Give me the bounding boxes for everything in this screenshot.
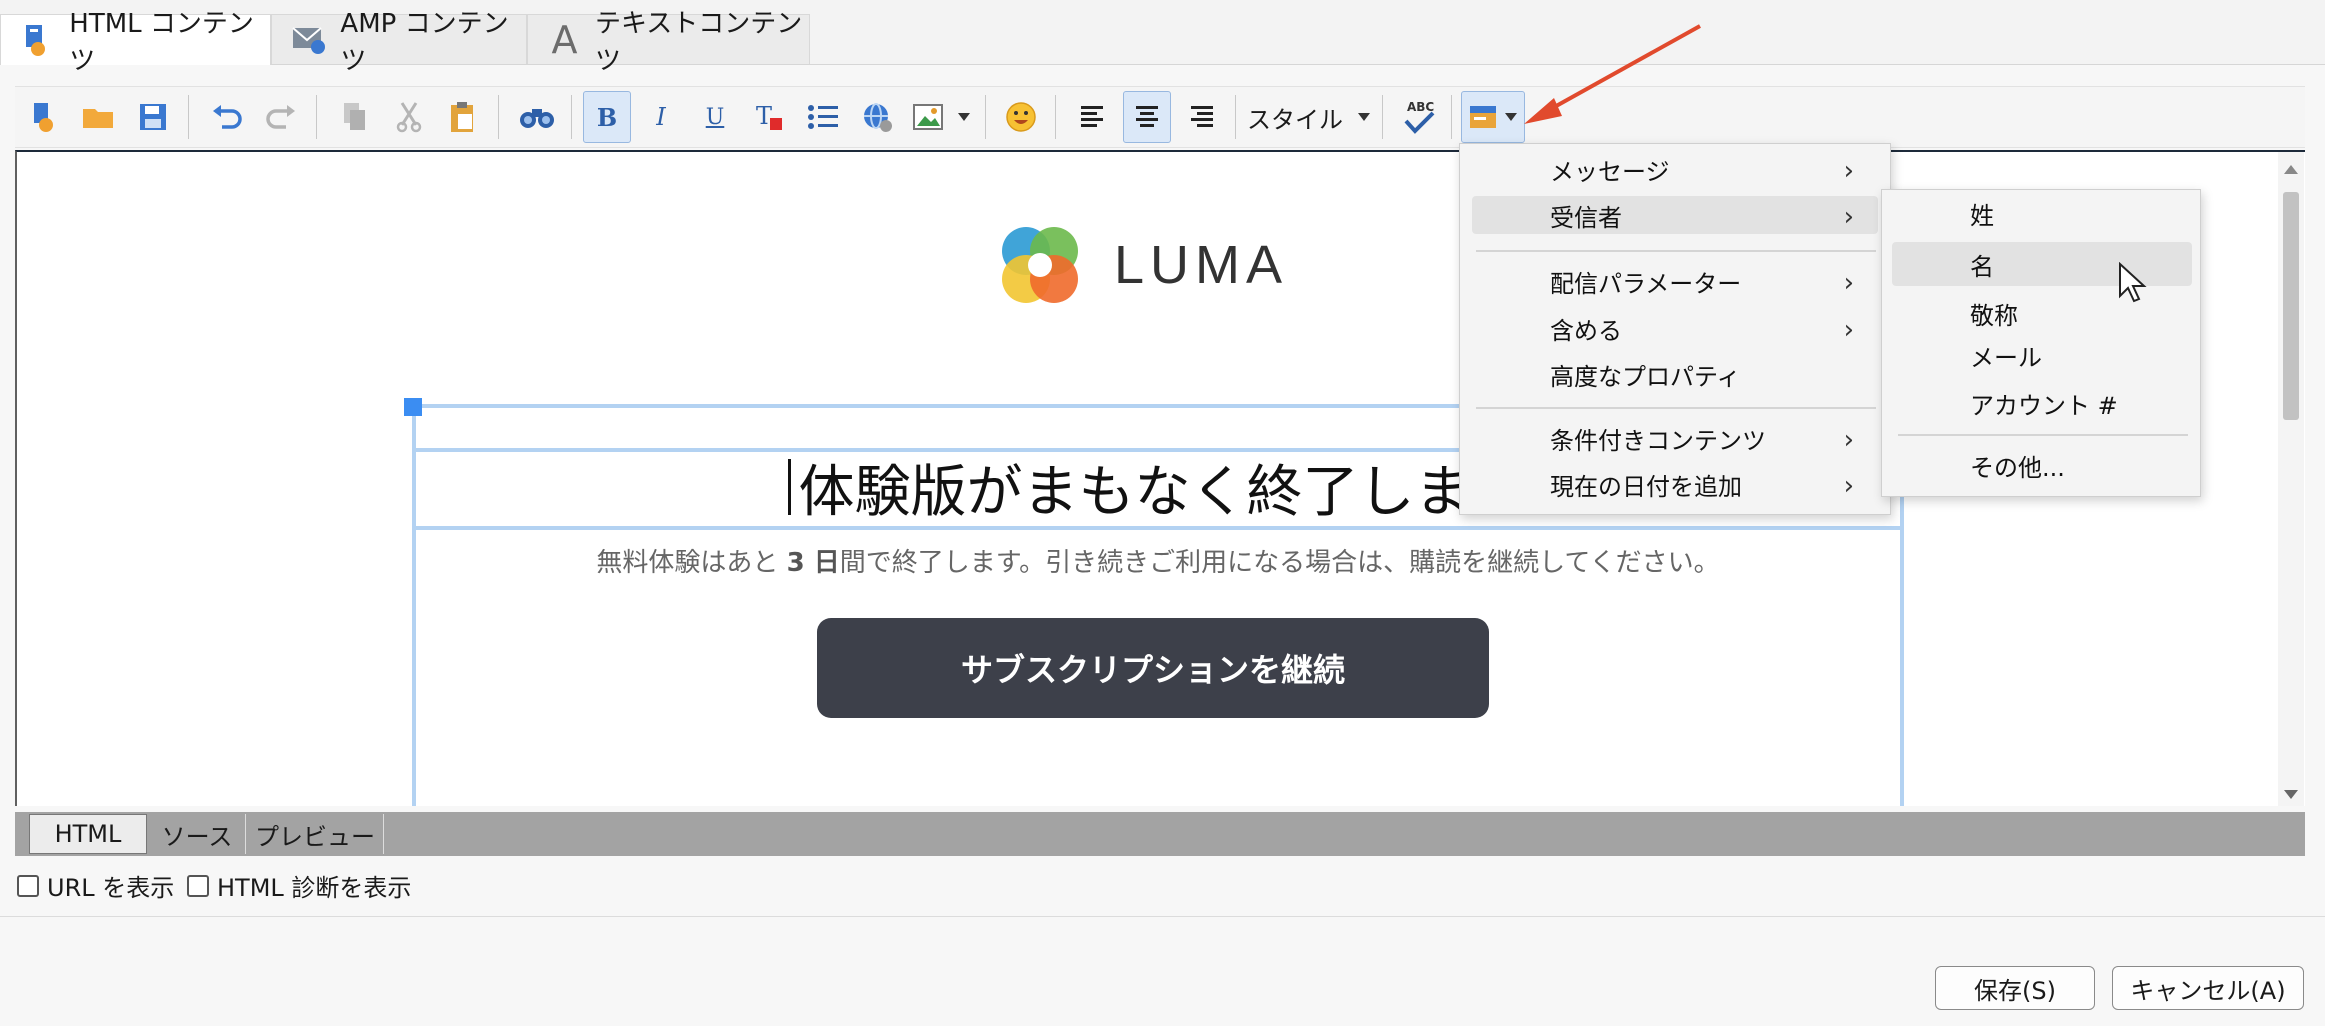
tab-label: AMP コンテンツ: [340, 8, 509, 76]
menu-item-add-current-date[interactable]: 現在の日付を追加 ›: [1472, 465, 1878, 503]
align-left-icon[interactable]: [1069, 91, 1117, 143]
recipient-submenu: 姓 名 敬称 メール アカウント # その他...: [1881, 189, 2201, 497]
checkbox-box[interactable]: [17, 874, 39, 897]
editor-toolbar: B I U T スタイル ABC: [15, 86, 2305, 148]
tab-label: HTML コンテンツ: [69, 9, 254, 76]
menu-separator: [1476, 250, 1876, 252]
submenu-item-last-name[interactable]: 姓: [1892, 194, 2192, 232]
menu-separator: [1476, 407, 1876, 409]
tab-preview-view[interactable]: プレビュー: [247, 814, 384, 854]
menu-separator: [1898, 434, 2188, 436]
cta-label: サブスクリプションを継続: [960, 651, 1345, 689]
align-center-icon[interactable]: [1123, 91, 1171, 143]
chevron-right-icon: ›: [1843, 202, 1854, 232]
submenu-item-other[interactable]: その他...: [1892, 446, 2192, 484]
copy-icon[interactable]: [331, 91, 379, 143]
image-dropdown-icon[interactable]: [951, 91, 977, 143]
emoji-icon[interactable]: [997, 91, 1045, 143]
luma-logo-text: LUMA: [1114, 235, 1289, 295]
save-button[interactable]: 保存(S): [1935, 966, 2095, 1010]
undo-icon[interactable]: [203, 91, 251, 143]
tab-source-view[interactable]: ソース: [149, 814, 246, 854]
spellcheck-icon[interactable]: ABC: [1395, 91, 1443, 143]
scrollbar-thumb[interactable]: [2283, 192, 2299, 420]
text-a-icon: A: [551, 17, 578, 62]
bold-icon: B: [596, 102, 618, 132]
mouse-pointer-icon: [2119, 262, 2147, 303]
headline-text: 体験版がまもなく終了します: [798, 459, 1527, 525]
text-cursor: [787, 459, 791, 515]
scroll-up-icon[interactable]: [2283, 160, 2299, 176]
scroll-down-icon[interactable]: [2283, 786, 2299, 802]
image-icon[interactable]: [905, 91, 953, 143]
submenu-item-account[interactable]: アカウント #: [1892, 384, 2192, 422]
checkbox-box[interactable]: [187, 874, 209, 897]
new-doc-icon[interactable]: [21, 91, 69, 143]
toolbar-divider: [571, 95, 572, 139]
submenu-item-email[interactable]: メール: [1892, 336, 2192, 374]
toolbar-divider: [1382, 95, 1383, 139]
style-dropdown[interactable]: スタイル: [1247, 91, 1377, 143]
annotation-arrow-icon: [1524, 24, 1701, 124]
toolbar-divider: [316, 95, 317, 139]
paste-icon[interactable]: [439, 91, 487, 143]
italic-icon: I: [656, 103, 666, 131]
underline-icon: U: [705, 104, 725, 130]
chevron-right-icon: ›: [1843, 315, 1854, 345]
continue-subscription-button[interactable]: サブスクリプションを継続: [817, 618, 1489, 718]
chevron-right-icon: ›: [1843, 156, 1854, 186]
toolbar-divider: [1235, 95, 1236, 139]
luma-logo: LUMA: [992, 216, 1302, 314]
personalization-menu: メッセージ › 受信者 › 配信パラメーター › 含める › 高度なプロパティ 条件付き…: [1459, 143, 1891, 515]
chevron-down-icon: [1358, 113, 1370, 121]
toolbar-divider: [188, 95, 189, 139]
cancel-button[interactable]: キャンセル(A): [2112, 966, 2304, 1010]
redo-icon[interactable]: [257, 91, 305, 143]
resize-handle[interactable]: [404, 398, 422, 416]
bold-button[interactable]: B: [583, 91, 631, 143]
tab-amp-content[interactable]: AMP コンテンツ: [271, 9, 527, 76]
html-content-icon: [21, 22, 55, 58]
show-url-checkbox[interactable]: URL を表示: [17, 868, 174, 903]
luma-logo-icon: [1002, 227, 1078, 303]
view-tab-bar: HTML ソース プレビュー: [15, 812, 2305, 856]
style-dropdown-label: スタイル: [1247, 105, 1343, 134]
amp-mail-icon: [292, 22, 326, 58]
tab-text-content[interactable]: A テキストコンテンツ: [527, 9, 810, 76]
chevron-right-icon: ›: [1843, 425, 1854, 455]
cut-icon[interactable]: [385, 91, 433, 143]
bullet-list-icon[interactable]: [799, 91, 847, 143]
menu-item-recipient[interactable]: 受信者 ›: [1472, 196, 1878, 234]
menu-item-message[interactable]: メッセージ ›: [1472, 150, 1878, 188]
tab-html-view[interactable]: HTML: [29, 814, 147, 854]
toolbar-divider: [498, 95, 499, 139]
toolbar-divider: [1055, 95, 1056, 139]
footer-divider: [0, 916, 2325, 917]
content-tab-bar: HTML コンテンツ AMP コンテンツ A テキストコンテンツ: [0, 0, 2325, 76]
chevron-right-icon: ›: [1843, 268, 1854, 298]
body-text[interactable]: 無料体験はあと 3 日間で終了します。引き続きご利用になる場合は、購読を継続して…: [427, 542, 1889, 582]
menu-item-include[interactable]: 含める ›: [1472, 309, 1878, 347]
underline-button[interactable]: U: [691, 91, 739, 143]
chevron-right-icon: ›: [1843, 471, 1854, 501]
menu-item-delivery-parameters[interactable]: 配信パラメーター ›: [1472, 262, 1878, 300]
save-icon[interactable]: [129, 91, 177, 143]
find-binoculars-icon[interactable]: [513, 91, 561, 143]
menu-item-advanced-properties[interactable]: 高度なプロパティ: [1472, 355, 1878, 393]
italic-button[interactable]: I: [637, 91, 685, 143]
show-html-diagnostics-checkbox[interactable]: HTML 診断を表示: [187, 868, 411, 903]
clear-format-button[interactable]: T: [745, 91, 793, 143]
tab-label: テキストコンテンツ: [595, 8, 803, 76]
menu-item-conditional-content[interactable]: 条件付きコンテンツ ›: [1472, 419, 1878, 457]
link-globe-icon[interactable]: [853, 91, 901, 143]
clear-format-icon: T: [754, 102, 784, 132]
open-folder-icon[interactable]: [75, 91, 123, 143]
personalization-icon: [1470, 106, 1496, 128]
toolbar-divider: [985, 95, 986, 139]
align-right-icon[interactable]: [1177, 91, 1225, 143]
tab-html-content[interactable]: HTML コンテンツ: [0, 9, 271, 76]
toolbar-divider: [1451, 95, 1452, 139]
